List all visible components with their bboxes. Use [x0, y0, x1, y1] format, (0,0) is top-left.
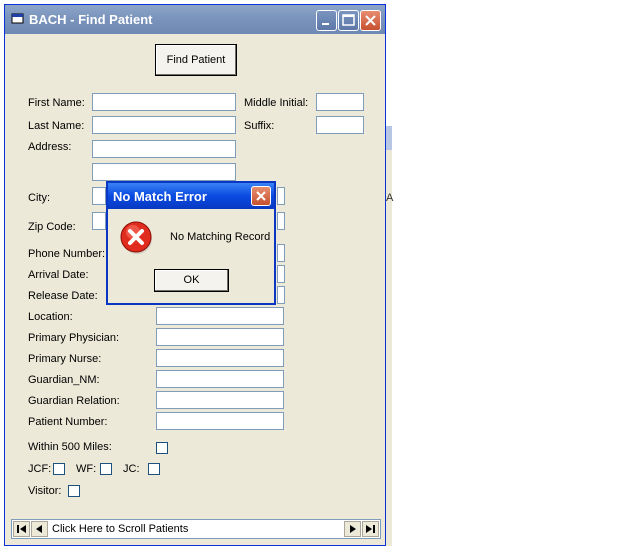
navigator-caption: Click Here to Scroll Patients [52, 523, 189, 535]
minimize-icon [322, 23, 329, 25]
jc-label: JC: [123, 463, 140, 475]
app-icon [11, 13, 24, 24]
maximize-button[interactable] [338, 10, 359, 31]
last-name-field[interactable] [92, 116, 236, 134]
arrival-date-field[interactable] [277, 265, 285, 283]
zip-code-field-right-edge[interactable] [277, 212, 285, 230]
background-glyph: A [386, 192, 394, 204]
first-record-button[interactable] [13, 521, 30, 537]
first-name-label: First Name: [28, 97, 85, 109]
address-label: Address: [28, 141, 72, 153]
location-field[interactable] [156, 307, 284, 325]
within-500-miles-checkbox[interactable] [156, 442, 168, 454]
guardian-name-label: Guardian_NM: [28, 374, 100, 386]
close-icon [365, 15, 376, 26]
background-window-bar [386, 126, 392, 150]
release-date-label: Release Date: [28, 290, 98, 302]
first-record-icon [17, 525, 26, 533]
next-record-icon [350, 525, 356, 533]
wf-checkbox[interactable] [100, 463, 112, 475]
guardian-relation-field[interactable] [156, 391, 284, 409]
phone-number-field[interactable] [277, 244, 285, 262]
jcf-checkbox[interactable] [53, 463, 65, 475]
dialog-title: No Match Error [113, 189, 207, 204]
ok-button[interactable]: OK [154, 269, 229, 292]
middle-initial-field[interactable] [316, 93, 364, 111]
no-match-dialog: No Match Error No Matching Record OK [106, 181, 276, 305]
close-icon [256, 191, 266, 201]
release-date-field[interactable] [277, 286, 285, 304]
visitor-checkbox[interactable] [68, 485, 80, 497]
city-label: City: [28, 192, 50, 204]
jcf-label: JCF: [28, 463, 52, 475]
visitor-label: Visitor: [28, 485, 62, 497]
guardian-relation-label: Guardian Relation: [28, 395, 120, 407]
address-line1-field[interactable] [92, 140, 236, 158]
find-patient-button[interactable]: Find Patient [155, 44, 237, 76]
wf-label: WF: [76, 463, 97, 475]
last-record-button[interactable] [362, 521, 379, 537]
title-bar[interactable]: BACH - Find Patient [5, 5, 385, 34]
dialog-close-button[interactable] [251, 186, 271, 206]
guardian-name-field[interactable] [156, 370, 284, 388]
location-label: Location: [28, 311, 73, 323]
next-record-button[interactable] [344, 521, 361, 537]
maximize-icon [342, 14, 355, 26]
arrival-date-label: Arrival Date: [28, 269, 89, 281]
patient-navigator[interactable]: Click Here to Scroll Patients [11, 519, 381, 539]
primary-nurse-field[interactable] [156, 349, 284, 367]
close-button[interactable] [360, 10, 381, 31]
previous-record-button[interactable] [31, 521, 48, 537]
primary-nurse-label: Primary Nurse: [28, 353, 102, 365]
window-title: BACH - Find Patient [29, 12, 153, 27]
suffix-label: Suffix: [244, 120, 275, 132]
primary-physician-field[interactable] [156, 328, 284, 346]
error-icon [120, 221, 152, 254]
city-field-right-edge[interactable] [277, 187, 285, 205]
suffix-field[interactable] [316, 116, 364, 134]
city-field[interactable] [92, 187, 106, 205]
patient-number-field[interactable] [156, 412, 284, 430]
primary-physician-label: Primary Physician: [28, 332, 120, 344]
last-name-label: Last Name: [28, 120, 85, 132]
background-window-edge [386, 126, 392, 546]
within-500-miles-label: Within 500 Miles: [28, 441, 112, 453]
phone-number-label: Phone Number: [28, 248, 106, 260]
jc-checkbox[interactable] [148, 463, 160, 475]
prev-record-icon [36, 525, 42, 533]
address-line2-field[interactable] [92, 163, 236, 181]
zip-code-label: Zip Code: [28, 221, 76, 233]
minimize-button[interactable] [316, 10, 337, 31]
middle-initial-label: Middle Initial: [244, 97, 309, 109]
dialog-message: No Matching Record [170, 231, 271, 243]
first-name-field[interactable] [92, 93, 236, 111]
zip-code-field[interactable] [92, 212, 106, 230]
patient-number-label: Patient Number: [28, 416, 108, 428]
dialog-title-bar[interactable]: No Match Error [108, 183, 274, 209]
last-record-icon [366, 525, 375, 533]
